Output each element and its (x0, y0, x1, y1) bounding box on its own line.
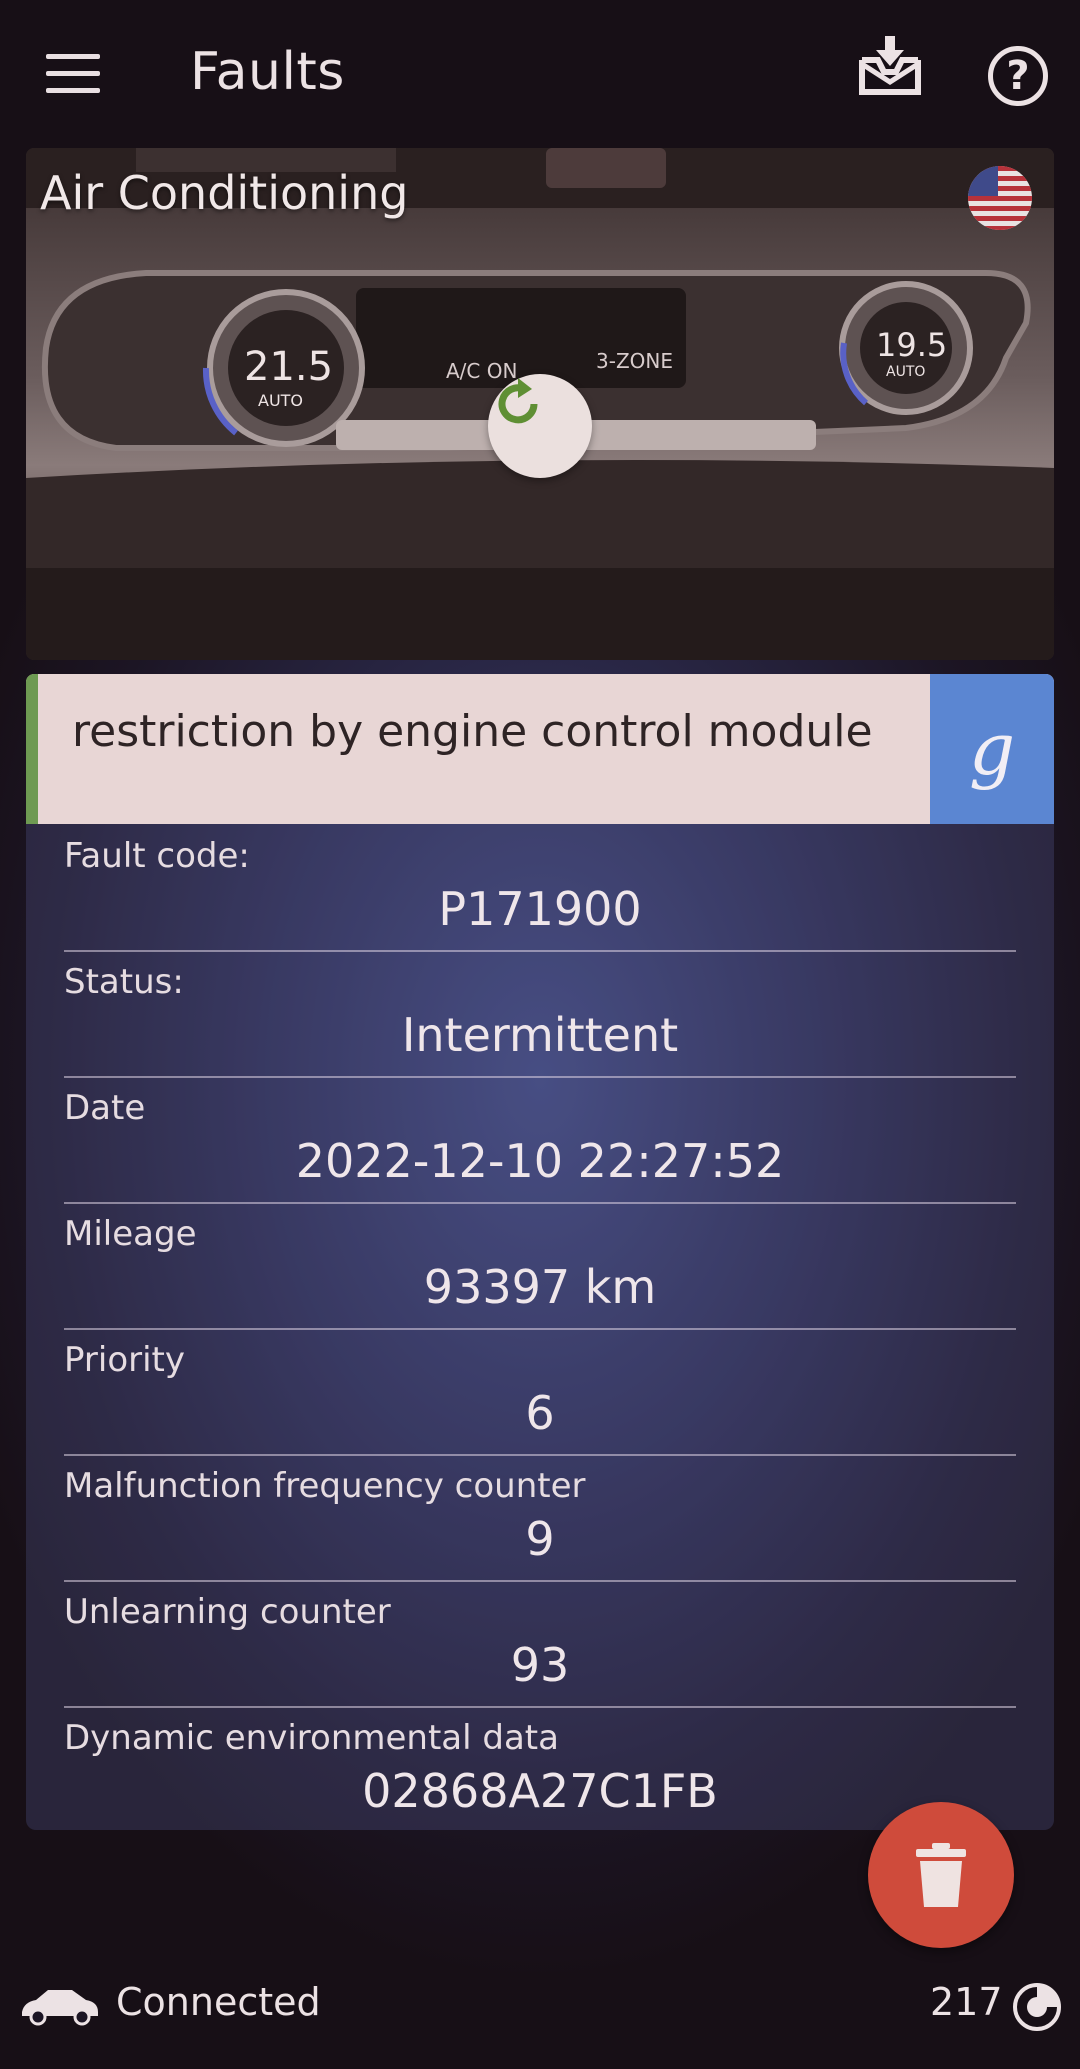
detail-value: 6 (525, 1386, 555, 1440)
inbox-download-icon[interactable] (858, 34, 922, 96)
page-title: Faults (190, 42, 345, 102)
refresh-icon (498, 378, 538, 424)
detail-label: Priority (64, 1340, 186, 1380)
google-search-button[interactable]: g (930, 674, 1054, 824)
trash-icon (916, 1843, 966, 1907)
detail-value: 02868A27C1FB (362, 1764, 718, 1818)
connection-status-bar: Connected 217 (0, 1980, 1080, 2069)
svg-text:AUTO: AUTO (258, 391, 303, 410)
top-app-bar: Faults ? (0, 0, 1080, 148)
detail-label: Date (64, 1088, 146, 1128)
counter-value: 217 (930, 1980, 1003, 2024)
detail-value: 2022-12-10 22:27:52 (295, 1134, 785, 1188)
detail-label: Mileage (64, 1214, 197, 1254)
us-flag-icon[interactable] (968, 166, 1032, 230)
fault-details-card: Fault code: P171900 Status: Intermittent… (26, 824, 1054, 1830)
detail-row-mileage: Mileage 93397 km (64, 1202, 1016, 1330)
detail-value: P171900 (438, 882, 642, 936)
fault-description-bar: restriction by engine control module g (26, 674, 1054, 824)
module-image: A/C ON 3-ZONE 21.5 AUTO 19.5 AUTO Air Co… (26, 148, 1054, 660)
detail-row-fault-code: Fault code: P171900 (64, 824, 1016, 952)
circular-gauge-icon[interactable] (1012, 1982, 1062, 2032)
detail-label: Status: (64, 962, 184, 1002)
detail-row-priority: Priority 6 (64, 1328, 1016, 1456)
svg-text:19.5: 19.5 (876, 326, 947, 364)
detail-row-status: Status: Intermittent (64, 950, 1016, 1078)
help-circle-icon[interactable]: ? (988, 46, 1048, 106)
module-title: Air Conditioning (40, 166, 409, 220)
svg-text:AUTO: AUTO (886, 364, 925, 380)
help-glyph: ? (1006, 53, 1030, 99)
detail-value: 93 (510, 1638, 570, 1692)
detail-row-unlearning-counter: Unlearning counter 93 (64, 1580, 1016, 1708)
fault-description: restriction by engine control module (72, 706, 873, 757)
detail-label: Fault code: (64, 836, 250, 876)
detail-row-date: Date 2022-12-10 22:27:52 (64, 1076, 1016, 1204)
detail-row-malfunction-frequency: Malfunction frequency counter 9 (64, 1454, 1016, 1582)
status-accent (26, 674, 38, 824)
detail-value: 9 (525, 1512, 555, 1566)
refresh-button[interactable] (488, 374, 592, 478)
svg-text:21.5: 21.5 (244, 344, 333, 390)
hamburger-menu-icon[interactable] (46, 54, 100, 98)
detail-value: Intermittent (401, 1008, 679, 1062)
connection-status: Connected (116, 1980, 321, 2024)
delete-fault-button[interactable] (868, 1802, 1014, 1948)
car-icon (20, 1986, 100, 2026)
detail-value: 93397 km (423, 1260, 657, 1314)
svg-text:3-ZONE: 3-ZONE (596, 349, 673, 373)
detail-label: Unlearning counter (64, 1592, 391, 1632)
detail-label: Malfunction frequency counter (64, 1466, 586, 1506)
detail-row-environmental-data: Dynamic environmental data 02868A27C1FB (64, 1706, 1016, 1832)
detail-label: Dynamic environmental data (64, 1718, 559, 1758)
